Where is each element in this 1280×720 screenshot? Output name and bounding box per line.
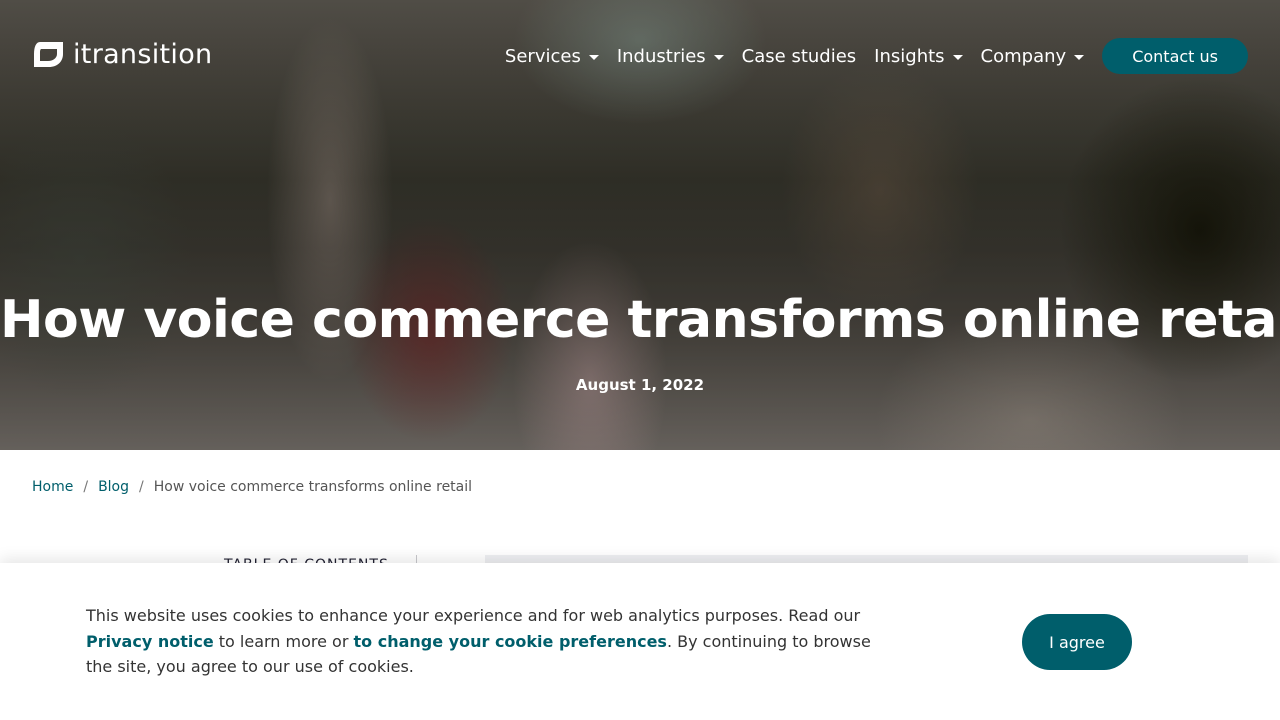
nav-item-services[interactable]: Services <box>505 46 599 67</box>
caret-down-icon <box>713 55 724 60</box>
itransition-leaf-icon <box>34 42 63 67</box>
cookie-text-part: This website uses cookies to enhance you… <box>86 606 861 625</box>
cookie-preferences-link[interactable]: to change your cookie preferences <box>354 632 667 651</box>
nav-item-label: Industries <box>616 45 706 67</box>
nav-item-label: Services <box>504 45 581 67</box>
nav-item-company[interactable]: Company <box>981 46 1085 67</box>
breadcrumb: Home / Blog / How voice commerce transfo… <box>32 479 472 495</box>
nav-item-label: Company <box>980 45 1067 67</box>
agree-button[interactable]: I agree <box>1022 614 1132 670</box>
main-nav: Services Industries Case studies Insight… <box>505 38 1248 74</box>
page-title: How voice commerce transforms online ret… <box>0 290 1280 350</box>
nav-item-industries[interactable]: Industries <box>617 46 724 67</box>
hero-banner: itransition Services Industries Case stu… <box>0 0 1280 450</box>
cookie-banner: This website uses cookies to enhance you… <box>0 563 1280 720</box>
breadcrumb-current: How voice commerce transforms online ret… <box>153 479 473 495</box>
privacy-notice-link[interactable]: Privacy notice <box>86 632 214 651</box>
cookie-message: This website uses cookies to enhance you… <box>86 603 876 680</box>
publish-date: August 1, 2022 <box>575 376 705 394</box>
breadcrumb-separator: / <box>83 479 89 495</box>
nav-item-label: Insights <box>874 45 945 67</box>
breadcrumb-separator: / <box>139 479 144 495</box>
caret-down-icon <box>1074 55 1085 60</box>
contact-us-button[interactable]: Contact us <box>1102 38 1248 74</box>
breadcrumb-blog-link[interactable]: Blog <box>98 479 129 495</box>
nav-item-insights[interactable]: Insights <box>874 45 963 67</box>
caret-down-icon <box>952 55 963 60</box>
breadcrumb-home-link[interactable]: Home <box>32 479 73 495</box>
logo[interactable]: itransition <box>32 40 212 69</box>
cookie-text-part: to learn more or <box>213 631 354 651</box>
nav-item-case-studies[interactable]: Case studies <box>742 46 857 67</box>
nav-item-label: Case studies <box>741 45 857 67</box>
logo-wordmark: itransition <box>73 39 213 70</box>
caret-down-icon <box>588 55 599 60</box>
